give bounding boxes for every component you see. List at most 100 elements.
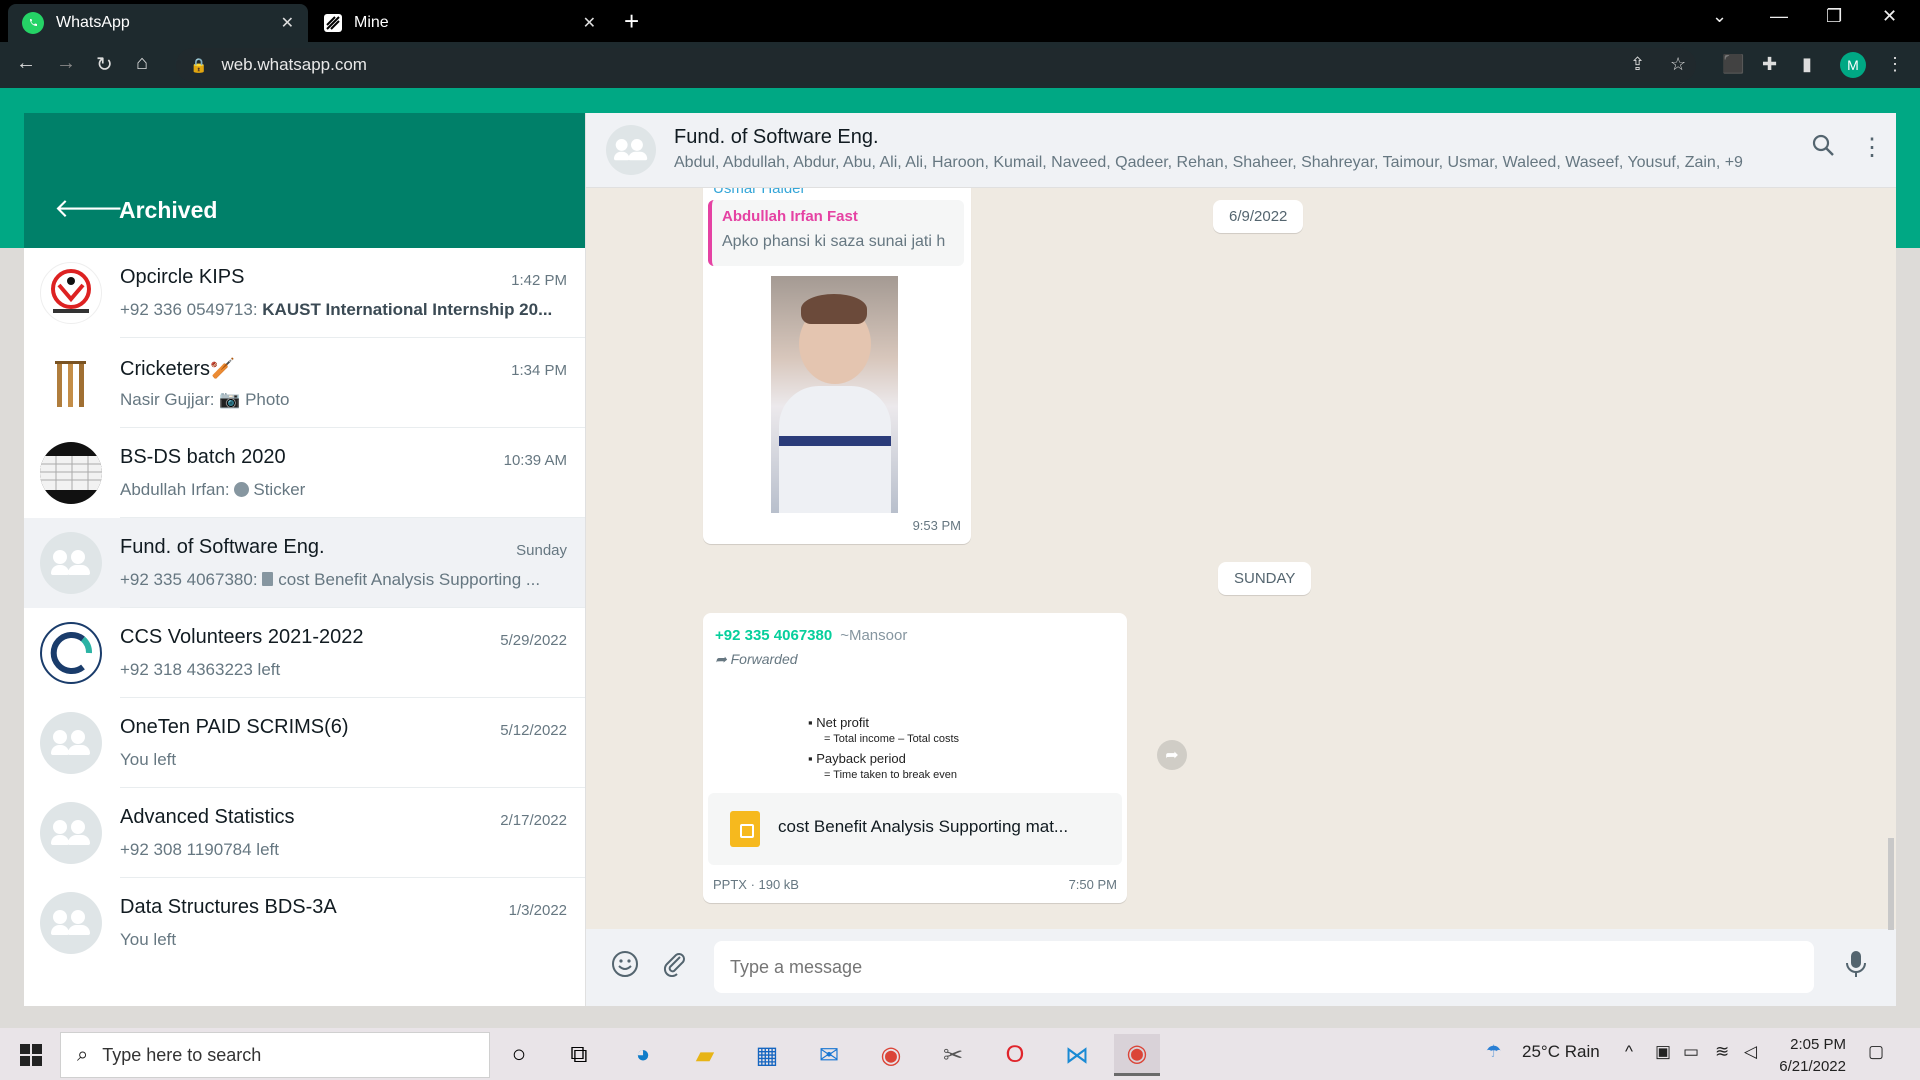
acrobat-extension-icon[interactable]: ⬛ [1722,54,1744,75]
close-tab-icon[interactable]: ✕ [583,13,596,33]
taskbar-search-placeholder: Type here to search [102,1044,262,1065]
whatsapp-app: 🡐 Archived Opcircle KIPS 1:42 PM +92 336… [24,113,1896,1006]
vscode-icon[interactable]: ⋈ [1054,1034,1100,1076]
scrollbar[interactable] [1888,838,1894,930]
reload-icon[interactable]: ↻ [96,52,113,77]
document-attachment[interactable]: cost Benefit Analysis Supporting mat... [708,793,1122,865]
date-chip: SUNDAY [1218,562,1312,595]
chat-preview: +92 335 4067380: cost Benefit Analysis S… [120,570,541,589]
message-bubble-document[interactable]: +92 335 4067380 ~Mansoor ➦ Forwarded ▪ Ne… [703,613,1127,903]
mail-icon[interactable]: ✉ [806,1034,852,1076]
forward-icon[interactable]: → [56,52,76,75]
chat-time: 1:34 PM [511,362,567,379]
file-explorer-icon[interactable]: ▰ [682,1034,728,1076]
chat-item-advanced-statistics[interactable]: Advanced Statistics 2/17/2022 +92 308 11… [24,788,585,878]
document-name: cost Benefit Analysis Supporting mat... [778,817,1069,836]
chat-item-opcircle-kips[interactable]: Opcircle KIPS 1:42 PM +92 336 0549713: K… [24,248,585,338]
cortana-icon[interactable]: ○ [496,1034,542,1076]
bookmark-star-icon[interactable]: ☆ [1670,54,1686,75]
url-text: web.whatsapp.com [221,55,367,74]
document-meta: PPTX · 190 kB [713,877,799,892]
pptx-file-icon [730,811,760,847]
weather-text[interactable]: 25°C Rain [1522,1042,1600,1062]
task-view-icon[interactable]: ⧉ [556,1034,602,1076]
chat-item-fund-software-eng[interactable]: Fund. of Software Eng. Sunday +92 335 40… [24,518,585,608]
chat-name: BS-DS batch 2020 [120,446,286,468]
menu-dots-icon[interactable]: ⋮ [1860,133,1884,162]
battery-icon[interactable]: ▭ [1683,1042,1699,1062]
chat-name: Advanced Statistics [120,806,295,828]
store-icon[interactable]: ▦ [744,1034,790,1076]
group-name: Fund. of Software Eng. [674,126,879,148]
extensions-icon[interactable]: ✚ [1762,54,1777,75]
tray-chevron-icon[interactable]: ^ [1625,1042,1633,1062]
windows-start-icon[interactable] [20,1044,42,1066]
edge-icon[interactable]: ◕ [620,1034,666,1076]
message-time: 7:50 PM [1068,877,1117,892]
chrome-icon[interactable]: ◉ [868,1034,914,1076]
tab-mine[interactable]: Mine ✕ [310,4,610,42]
back-arrow-icon[interactable]: 🡐 [54,193,124,224]
chat-time: 5/12/2022 [500,722,567,739]
group-avatar[interactable] [606,125,656,175]
taskbar-clock[interactable]: 2:05 PM 6/21/2022 [1760,1034,1846,1078]
back-icon[interactable]: ← [16,52,36,75]
quoted-message[interactable]: Abdullah Irfan Fast Apko phansi ki saza … [708,200,964,266]
notifications-icon[interactable]: ▢ [1868,1042,1884,1062]
chat-time: 5/29/2022 [500,632,567,649]
home-icon[interactable]: ⌂ [136,52,148,75]
forwarded-label: ➦ Forwarded [715,651,798,667]
group-members: Abdul, Abdullah, Abdur, Abu, Ali, Ali, H… [674,154,1744,171]
conversation-panel: Fund. of Software Eng. Abdul, Abdullah, … [586,113,1896,1006]
document-preview[interactable]: ▪ Net profit = Total income – Total cost… [708,673,1122,793]
taskbar-search[interactable]: ⌕ Type here to search [60,1032,490,1078]
microphone-icon[interactable] [1844,949,1868,986]
new-tab-icon[interactable]: + [624,6,639,37]
close-tab-icon[interactable]: ✕ [281,13,294,33]
chat-list: Opcircle KIPS 1:42 PM +92 336 0549713: K… [24,248,585,968]
browser-menu-icon[interactable]: ⋮ [1886,54,1904,75]
shared-photo[interactable] [771,276,898,513]
whatsapp-icon [22,12,44,34]
chat-time: Sunday [516,542,567,559]
chrome-profile-icon[interactable]: ◉ [1114,1034,1160,1076]
chat-item-oneten-scrims[interactable]: OneTen PAID SCRIMS(6) 5/12/2022 You left [24,698,585,788]
chat-item-ccs-volunteers[interactable]: CCS Volunteers 2021-2022 5/29/2022 +92 3… [24,608,585,698]
opera-icon[interactable]: O [992,1034,1038,1076]
search-icon: ⌕ [77,1043,89,1066]
minimize-icon[interactable]: — [1770,6,1788,27]
tab-whatsapp[interactable]: WhatsApp ✕ [8,4,308,42]
chat-item-data-structures[interactable]: Data Structures BDS-3A 1/3/2022 You left [24,878,585,968]
windows-taskbar: ⌕ Type here to search ○ ⧉ ◕ ▰ ▦ ✉ ◉ ✂ O … [0,1028,1920,1080]
profile-avatar[interactable]: M [1840,52,1866,78]
chat-item-cricketers[interactable]: Cricketers🏏 1:34 PM Nasir Gujjar: 📷 Phot… [24,338,585,428]
wifi-icon[interactable]: ≋ [1715,1042,1729,1062]
chat-preview: Abdullah Irfan: Sticker [120,480,306,499]
chat-preview: +92 318 4363223 left [120,660,281,679]
attach-icon[interactable] [660,949,688,984]
message-sender: Usmar Haider [713,188,806,197]
chat-item-bs-ds-batch[interactable]: BS-DS batch 2020 10:39 AM Abdullah Irfan… [24,428,585,518]
message-input[interactable] [714,941,1814,993]
message-time: 9:53 PM [912,518,961,533]
forward-message-icon[interactable]: ➦ [1157,740,1187,770]
snipping-tool-icon[interactable]: ✂ [930,1034,976,1076]
chat-preview: You left [120,750,177,769]
avatar [40,352,102,414]
message-bubble-photo[interactable]: Usmar Haider Abdullah Irfan Fast Apko ph… [703,188,971,544]
avatar [40,802,102,864]
side-panel-icon[interactable]: ▮ [1802,54,1812,75]
emoji-icon[interactable] [610,949,640,986]
restore-icon[interactable]: ❐ [1826,6,1842,27]
conversation-header[interactable]: Fund. of Software Eng. Abdul, Abdullah, … [586,113,1896,188]
close-window-icon[interactable]: ✕ [1882,6,1897,27]
tab-search-icon[interactable]: ⌄ [1712,6,1727,27]
meet-now-icon[interactable]: ▣ [1655,1042,1671,1062]
avatar [40,262,102,324]
share-icon[interactable]: ⇪ [1630,54,1645,75]
group-icon [614,138,648,161]
address-bar[interactable]: 🔒 web.whatsapp.com [176,48,1696,82]
quoted-text: Apko phansi ki saza sunai jati h [722,233,946,250]
search-icon[interactable] [1811,133,1835,164]
volume-icon[interactable]: ◁ [1744,1042,1757,1062]
